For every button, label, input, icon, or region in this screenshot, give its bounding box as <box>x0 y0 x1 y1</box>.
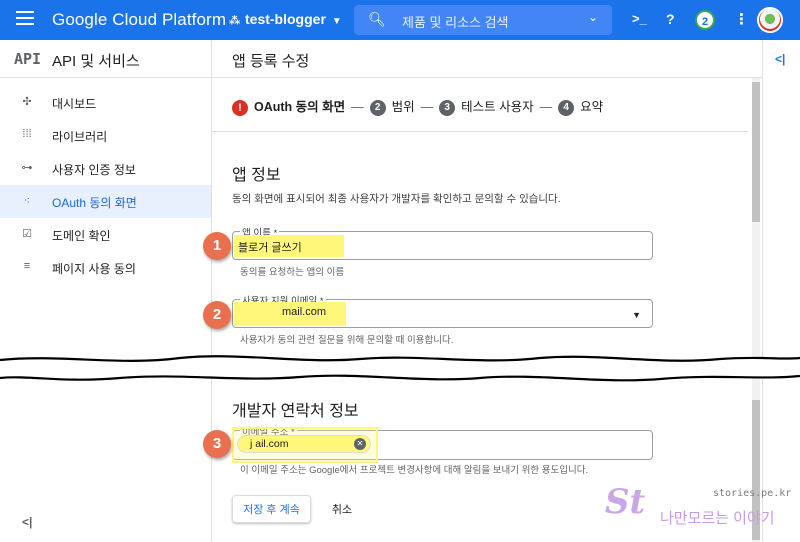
key-icon: ⊶ <box>21 162 33 174</box>
developer-contact-heading: 개발자 연락처 정보 <box>232 403 359 420</box>
cloud-shell-icon[interactable]: >_ <box>632 11 647 26</box>
main-content: 앱 등록 수정 ! OAuth 동의 화면 — 2 범위 — 3 테스트 사용자 — 4 요약 앱 … <box>212 40 762 542</box>
step-separator: — <box>351 100 364 114</box>
sidebar-item-library[interactable]: ⁞⁞⁞ 라이브러리 <box>0 119 211 152</box>
project-name: test-blogger <box>245 11 326 27</box>
app-name-hint: 동의를 요청하는 앱의 이름 <box>240 267 345 278</box>
remove-chip-icon[interactable]: ✕ <box>354 438 366 450</box>
step-summary[interactable]: 요약 <box>580 100 603 114</box>
step-scopes[interactable]: 범위 <box>392 100 415 114</box>
chevron-down-icon: ▼ <box>632 310 641 320</box>
step-separator: — <box>539 100 553 114</box>
sidebar-item-dashboard[interactable]: ✣ 대시보드 <box>0 86 211 119</box>
consent-icon: ⁖ <box>23 195 31 207</box>
dashboard-icon: ✣ <box>22 96 32 108</box>
watermark-text: 나만모르는 이야기 <box>660 510 775 527</box>
scrollbar-thumb[interactable] <box>752 82 760 222</box>
sidebar-item-label: 대시보드 <box>52 97 97 111</box>
step-test-users[interactable]: 테스트 사용자 <box>461 100 533 114</box>
annotation-badge-3: 3 <box>203 430 231 458</box>
stepper-divider <box>212 131 748 132</box>
support-email-value: mail.com <box>234 302 346 326</box>
sidebar: API API 및 서비스 ✣ 대시보드 ⁞⁞⁞ 라이브러리 ⊶ 사용자 인증 … <box>0 40 212 542</box>
watermark-domain: stories.pe.kr <box>713 488 792 499</box>
annotation-badge-1: 1 <box>203 232 231 260</box>
step-oauth-consent[interactable]: OAuth 동의 화면 <box>254 100 345 114</box>
sidebar-header: API API 및 서비스 <box>0 40 211 78</box>
settings-list-icon: ≡ <box>23 260 31 272</box>
sidebar-item-credentials[interactable]: ⊶ 사용자 인증 정보 <box>0 152 211 185</box>
help-icon[interactable]: ? <box>666 11 675 27</box>
collapse-sidebar-icon[interactable]: <| <box>22 515 32 529</box>
more-options-icon[interactable]: ⋮ <box>734 10 749 28</box>
library-icon: ⁞⁞⁞ <box>22 128 32 140</box>
developer-email-hint: 이 이메일 주소는 Google에서 프로젝트 변경사항에 대해 알림을 보내기… <box>240 465 589 476</box>
right-info-panel: <| <box>762 40 800 542</box>
step-number: 3 <box>439 99 456 116</box>
chevron-down-icon: ▼ <box>331 16 342 27</box>
header-divider <box>212 77 762 78</box>
top-app-bar: Google Cloud Platform ⁂ test-blogger ▼ 🔍︎ … <box>0 0 800 40</box>
step-separator: — <box>420 100 434 114</box>
sidebar-title: API 및 서비스 <box>52 53 140 70</box>
step-number: 4 <box>558 99 575 116</box>
sidebar-item-label: 라이브러리 <box>52 130 108 144</box>
screenshot-cut-divider <box>0 355 800 382</box>
app-info-heading: 앱 정보 <box>232 167 281 184</box>
api-logo: API <box>14 50 42 68</box>
step-number: 2 <box>369 99 386 116</box>
watermark-logo: St <box>605 482 646 522</box>
search-icon: 🔍︎ <box>368 11 386 27</box>
support-email-hint: 사용자가 동의 관련 질문을 위해 문의할 때 이용합니다. <box>240 335 454 346</box>
sidebar-item-label: OAuth 동의 화면 <box>52 196 137 210</box>
project-selector[interactable]: ⁂ test-blogger ▼ <box>229 11 342 27</box>
app-info-description: 동의 화면에 표시되어 최종 사용자가 개발자를 확인하고 문의할 수 있습니다… <box>232 193 561 205</box>
error-icon: ! <box>232 99 248 116</box>
brand-title[interactable]: Google Cloud Platform <box>52 10 226 30</box>
sidebar-item-domain-verification[interactable]: ☑ 도메인 확인 <box>0 218 211 251</box>
domain-check-icon: ☑ <box>22 228 32 240</box>
search-placeholder: 제품 및 리소스 검색 <box>402 15 509 30</box>
sidebar-item-label: 사용자 인증 정보 <box>52 163 136 177</box>
app-name-input[interactable]: 블로거 글쓰기 <box>234 235 344 257</box>
search-expand-icon[interactable]: ⌄ <box>588 10 598 24</box>
project-hierarchy-icon: ⁂ <box>229 15 241 27</box>
sidebar-item-oauth-consent[interactable]: ⁖ OAuth 동의 화면 <box>0 185 211 218</box>
save-and-continue-button[interactable]: 저장 후 계속 <box>232 495 311 523</box>
developer-email-chip[interactable]: j ail.com ✕ <box>237 435 371 453</box>
expand-panel-icon[interactable]: <| <box>775 52 785 66</box>
sidebar-item-label: 페이지 사용 동의 <box>52 262 136 276</box>
notifications-badge[interactable]: 2 <box>695 10 715 30</box>
sidebar-item-label: 도메인 확인 <box>52 229 111 243</box>
developer-email-chip-text: j ail.com <box>250 438 289 450</box>
page-title: 앱 등록 수정 <box>232 53 310 70</box>
search-bar[interactable]: 🔍︎ 제품 및 리소스 검색 ⌄ <box>354 5 612 35</box>
avatar[interactable] <box>757 7 783 33</box>
cancel-button[interactable]: 취소 <box>324 495 360 523</box>
sidebar-item-page-usage-agreement[interactable]: ≡ 페이지 사용 동의 <box>0 251 211 284</box>
stepper: ! OAuth 동의 화면 — 2 범위 — 3 테스트 사용자 — 4 요약 <box>232 96 603 116</box>
annotation-badge-2: 2 <box>203 301 231 329</box>
hamburger-menu-icon[interactable] <box>16 11 34 29</box>
